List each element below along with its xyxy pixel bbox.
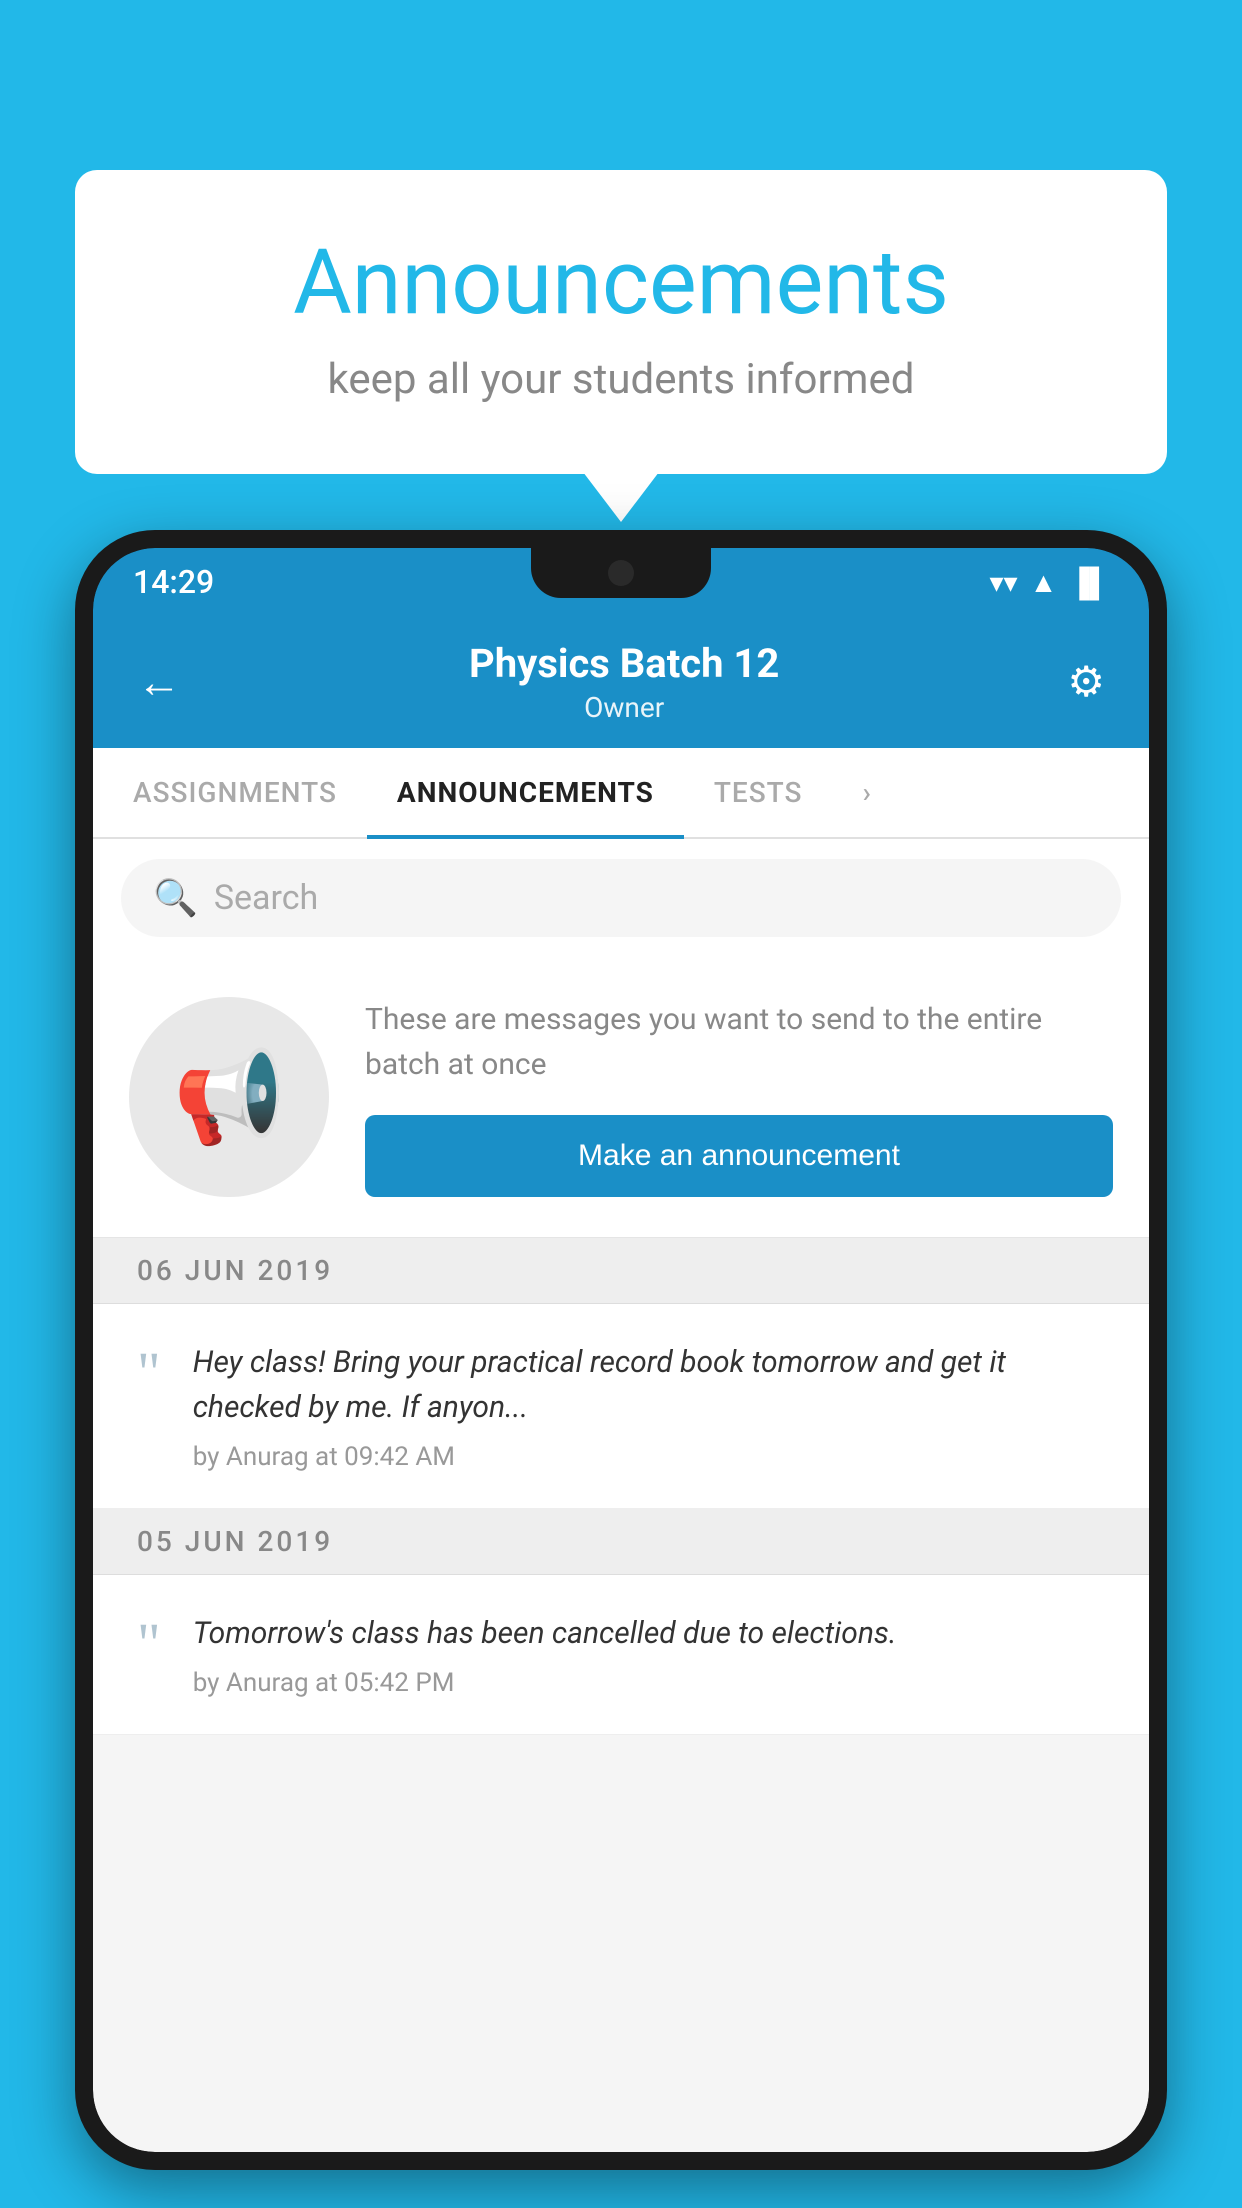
announcement-content-1: Hey class! Bring your practical record b…: [193, 1340, 1105, 1472]
make-announcement-button[interactable]: Make an announcement: [365, 1115, 1113, 1197]
back-button[interactable]: ←: [137, 656, 181, 708]
speech-bubble-container: Announcements keep all your students inf…: [75, 170, 1167, 474]
header-center: Physics Batch 12 Owner: [469, 640, 779, 724]
search-container: 🔍 Search: [93, 839, 1149, 957]
header-title: Physics Batch 12: [469, 640, 779, 687]
settings-icon[interactable]: ⚙: [1067, 657, 1105, 707]
search-bar[interactable]: 🔍 Search: [121, 859, 1121, 937]
phone-wrapper: 14:29 ▾▾ ▲ ▐▌ ← Physics Batch 12 Owner ⚙…: [75, 530, 1167, 2208]
quote-icon-1: ": [137, 1344, 161, 1402]
prompt-right: These are messages you want to send to t…: [365, 997, 1113, 1197]
prompt-description: These are messages you want to send to t…: [365, 997, 1113, 1087]
search-placeholder: Search: [214, 878, 318, 918]
signal-icon: ▲: [1030, 566, 1058, 599]
bubble-subtitle: keep all your students informed: [155, 355, 1087, 404]
phone-screen: 🔍 Search 📢 These are messages you want t…: [93, 839, 1149, 2152]
tab-assignments[interactable]: ASSIGNMENTS: [103, 748, 367, 837]
battery-icon: ▐▌: [1069, 566, 1109, 599]
status-icons: ▾▾ ▲ ▐▌: [989, 566, 1109, 599]
phone-inner: 14:29 ▾▾ ▲ ▐▌ ← Physics Batch 12 Owner ⚙…: [93, 548, 1149, 2152]
date-divider-1: 06 JUN 2019: [93, 1238, 1149, 1304]
quote-icon-2: ": [137, 1615, 161, 1673]
date-divider-2: 05 JUN 2019: [93, 1509, 1149, 1575]
announcement-item-1: " Hey class! Bring your practical record…: [93, 1304, 1149, 1509]
app-header: ← Physics Batch 12 Owner ⚙: [93, 616, 1149, 748]
tab-tests[interactable]: TESTS: [684, 748, 833, 837]
megaphone-circle: 📢: [129, 997, 329, 1197]
speech-bubble: Announcements keep all your students inf…: [75, 170, 1167, 474]
announcement-text-1: Hey class! Bring your practical record b…: [193, 1340, 1105, 1430]
phone-notch: [531, 548, 711, 598]
announcement-item-2: " Tomorrow's class has been cancelled du…: [93, 1575, 1149, 1735]
tab-announcements[interactable]: ANNOUNCEMENTS: [367, 748, 684, 837]
tab-more[interactable]: ›: [832, 748, 901, 837]
status-time: 14:29: [133, 563, 214, 601]
tabs-bar: ASSIGNMENTS ANNOUNCEMENTS TESTS ›: [93, 748, 1149, 839]
bubble-title: Announcements: [155, 230, 1087, 335]
search-icon: 🔍: [153, 877, 198, 919]
wifi-icon: ▾▾: [989, 566, 1017, 599]
announcement-text-2: Tomorrow's class has been cancelled due …: [193, 1611, 1105, 1656]
phone-camera: [608, 560, 634, 586]
announcement-meta-1: by Anurag at 09:42 AM: [193, 1442, 1105, 1472]
megaphone-icon: 📢: [173, 1045, 285, 1150]
header-subtitle: Owner: [469, 691, 779, 724]
announcement-prompt: 📢 These are messages you want to send to…: [93, 957, 1149, 1238]
announcement-content-2: Tomorrow's class has been cancelled due …: [193, 1611, 1105, 1698]
phone-frame: 14:29 ▾▾ ▲ ▐▌ ← Physics Batch 12 Owner ⚙…: [75, 530, 1167, 2170]
announcement-meta-2: by Anurag at 05:42 PM: [193, 1668, 1105, 1698]
